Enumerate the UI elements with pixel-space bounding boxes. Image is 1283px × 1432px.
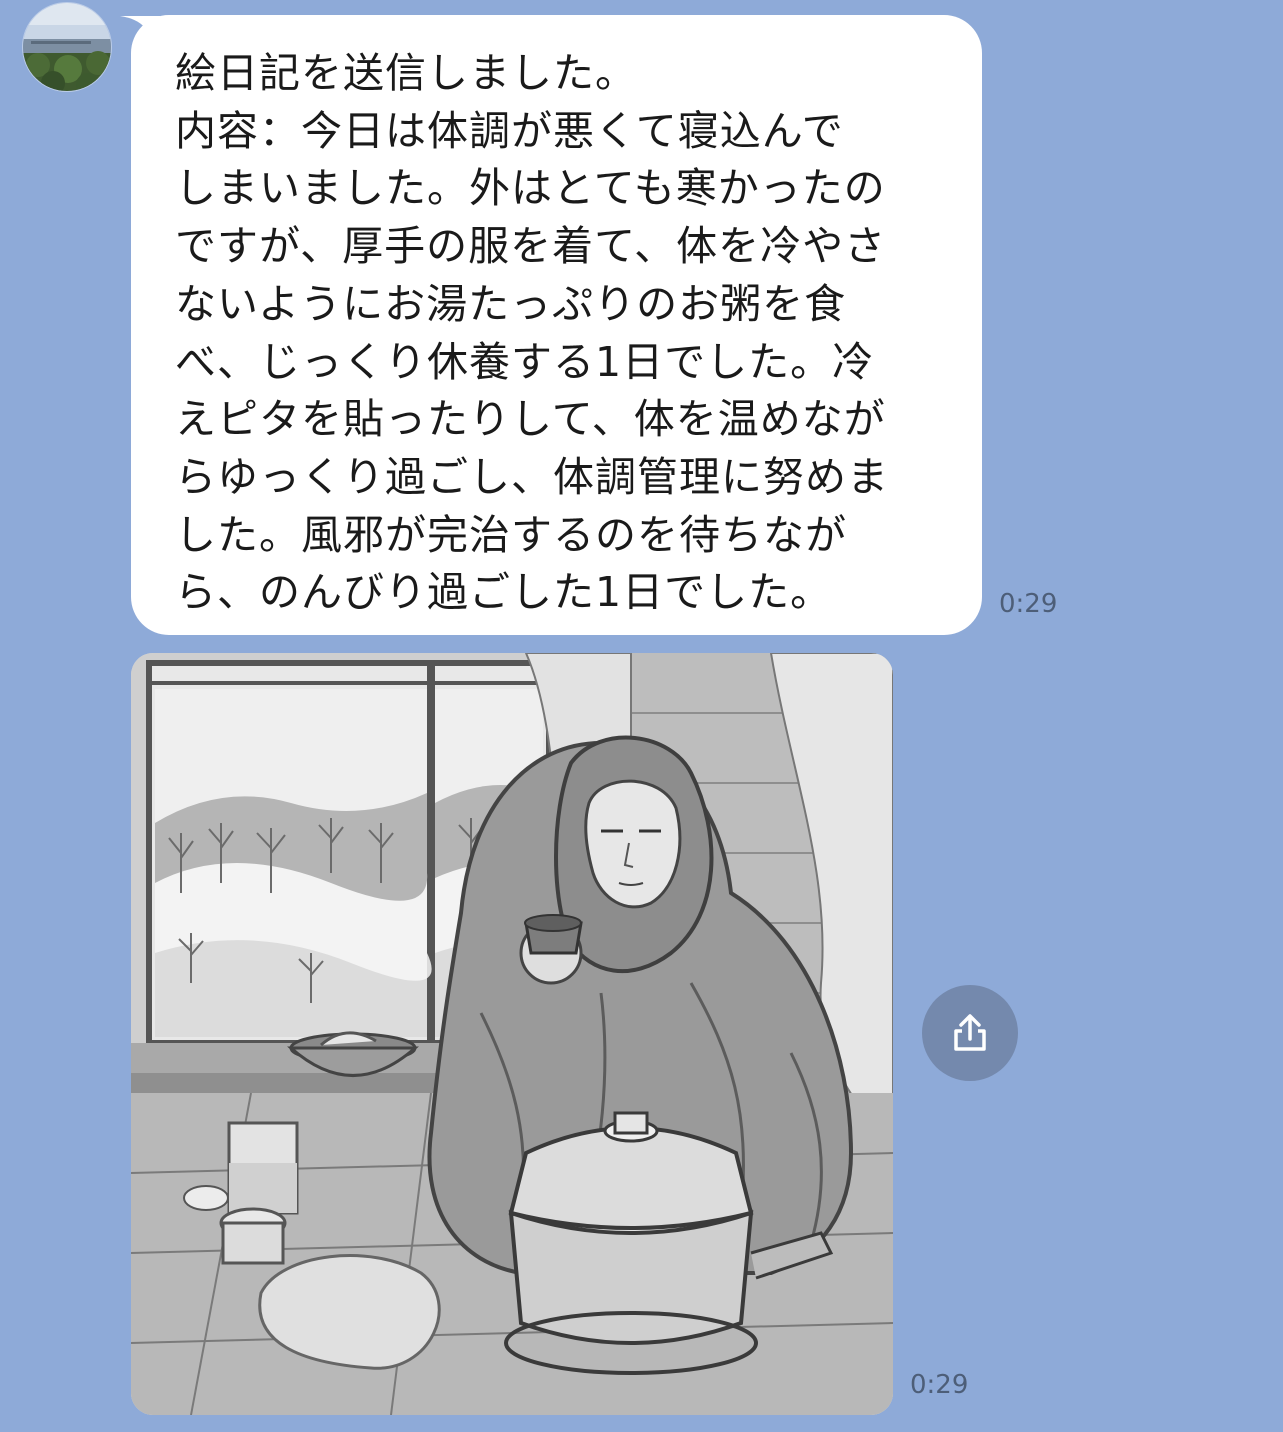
image-timestamp: 0:29 [910, 1370, 969, 1400]
share-icon [954, 1014, 986, 1051]
message-line: べ、じっくり休養する1日でした。冷 [175, 337, 875, 386]
image-message[interactable] [131, 653, 893, 1415]
message-line: 内容：今日は体調が悪くて寝込んで [175, 106, 844, 155]
message-line: ら、のんびり過ごした1日でした。 [175, 568, 833, 617]
message-line: ないようにお湯たっぷりのお粥を食 [175, 279, 847, 328]
message-line: えピタを貼ったりして、体を温めなが [175, 395, 886, 444]
message-line: らゆっくり過ごし、体調管理に努めま [175, 452, 889, 501]
message-text: 絵日記を送信しました。 内容：今日は体調が悪くて寝込んで しまいました。外はとて… [175, 45, 955, 622]
illustration-image [131, 653, 893, 1415]
share-button[interactable] [922, 985, 1018, 1081]
message-timestamp: 0:29 [999, 589, 1058, 619]
message-line: しまいました。外はとても寒かったの [175, 164, 886, 213]
message-line: 絵日記を送信しました。 [175, 49, 637, 97]
text-message-bubble[interactable]: 絵日記を送信しました。 内容：今日は体調が悪くて寝込んで しまいました。外はとて… [131, 15, 982, 635]
message-line: した。風邪が完治するのを待ちなが [175, 510, 847, 559]
sender-avatar[interactable] [22, 2, 112, 92]
message-line: ですが、厚手の服を着て、体を冷やさ [175, 222, 887, 271]
